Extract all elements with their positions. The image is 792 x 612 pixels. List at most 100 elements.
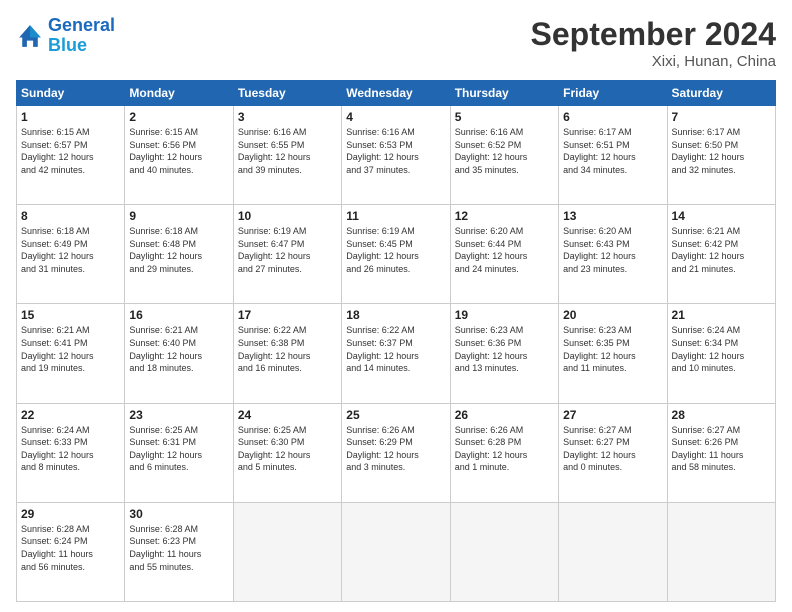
day-cell: 22 Sunrise: 6:24 AM Sunset: 6:33 PM Dayli… [17,403,125,502]
day-cell: 24 Sunrise: 6:25 AM Sunset: 6:30 PM Dayli… [233,403,341,502]
day-info: Sunrise: 6:23 AM Sunset: 6:35 PM Dayligh… [563,324,662,374]
day-info: Sunrise: 6:18 AM Sunset: 6:49 PM Dayligh… [21,225,120,275]
day-number: 13 [563,209,662,223]
day-info: Sunrise: 6:26 AM Sunset: 6:29 PM Dayligh… [346,424,445,474]
col-sunday: Sunday [17,81,125,106]
day-number: 3 [238,110,337,124]
day-cell: 15 Sunrise: 6:21 AM Sunset: 6:41 PM Dayli… [17,304,125,403]
day-info: Sunrise: 6:21 AM Sunset: 6:42 PM Dayligh… [672,225,771,275]
day-number: 24 [238,408,337,422]
day-cell [342,502,450,601]
day-number: 14 [672,209,771,223]
day-number: 9 [129,209,228,223]
day-info: Sunrise: 6:24 AM Sunset: 6:34 PM Dayligh… [672,324,771,374]
day-number: 12 [455,209,554,223]
day-cell: 7 Sunrise: 6:17 AM Sunset: 6:50 PM Daylig… [667,106,775,205]
day-cell [450,502,558,601]
week-row-2: 15 Sunrise: 6:21 AM Sunset: 6:41 PM Dayli… [17,304,776,403]
day-info: Sunrise: 6:22 AM Sunset: 6:37 PM Dayligh… [346,324,445,374]
calendar-table: Sunday Monday Tuesday Wednesday Thursday… [16,80,776,602]
day-info: Sunrise: 6:25 AM Sunset: 6:31 PM Dayligh… [129,424,228,474]
week-row-0: 1 Sunrise: 6:15 AM Sunset: 6:57 PM Daylig… [17,106,776,205]
day-info: Sunrise: 6:16 AM Sunset: 6:53 PM Dayligh… [346,126,445,176]
col-friday: Friday [559,81,667,106]
day-info: Sunrise: 6:17 AM Sunset: 6:51 PM Dayligh… [563,126,662,176]
day-info: Sunrise: 6:16 AM Sunset: 6:55 PM Dayligh… [238,126,337,176]
logo-icon [16,22,44,50]
day-cell: 13Sunrise: 6:20 AM Sunset: 6:43 PM Dayli… [559,205,667,304]
day-number: 28 [672,408,771,422]
day-number: 23 [129,408,228,422]
day-number: 17 [238,308,337,322]
day-info: Sunrise: 6:20 AM Sunset: 6:44 PM Dayligh… [455,225,554,275]
day-number: 18 [346,308,445,322]
day-cell: 30Sunrise: 6:28 AM Sunset: 6:23 PM Dayli… [125,502,233,601]
day-number: 4 [346,110,445,124]
day-number: 20 [563,308,662,322]
header-row: Sunday Monday Tuesday Wednesday Thursday… [17,81,776,106]
calendar-subtitle: Xixi, Hunan, China [531,53,776,70]
day-info: Sunrise: 6:15 AM Sunset: 6:57 PM Dayligh… [21,126,120,176]
day-info: Sunrise: 6:26 AM Sunset: 6:28 PM Dayligh… [455,424,554,474]
day-info: Sunrise: 6:21 AM Sunset: 6:40 PM Dayligh… [129,324,228,374]
day-cell: 26Sunrise: 6:26 AM Sunset: 6:28 PM Dayli… [450,403,558,502]
day-cell: 6 Sunrise: 6:17 AM Sunset: 6:51 PM Daylig… [559,106,667,205]
day-cell: 2 Sunrise: 6:15 AM Sunset: 6:56 PM Daylig… [125,106,233,205]
day-cell: 16 Sunrise: 6:21 AM Sunset: 6:40 PM Dayli… [125,304,233,403]
day-info: Sunrise: 6:28 AM Sunset: 6:24 PM Dayligh… [21,523,120,573]
day-info: Sunrise: 6:22 AM Sunset: 6:38 PM Dayligh… [238,324,337,374]
day-cell: 19Sunrise: 6:23 AM Sunset: 6:36 PM Dayli… [450,304,558,403]
day-info: Sunrise: 6:15 AM Sunset: 6:56 PM Dayligh… [129,126,228,176]
day-number: 10 [238,209,337,223]
day-cell: 1 Sunrise: 6:15 AM Sunset: 6:57 PM Daylig… [17,106,125,205]
day-cell: 25 Sunrise: 6:26 AM Sunset: 6:29 PM Dayli… [342,403,450,502]
day-number: 6 [563,110,662,124]
col-wednesday: Wednesday [342,81,450,106]
logo-text: General Blue [48,16,115,56]
day-cell: 18 Sunrise: 6:22 AM Sunset: 6:37 PM Dayli… [342,304,450,403]
day-cell [559,502,667,601]
day-cell: 21 Sunrise: 6:24 AM Sunset: 6:34 PM Dayli… [667,304,775,403]
day-number: 22 [21,408,120,422]
calendar-title: September 2024 [531,16,776,53]
day-cell: 4 Sunrise: 6:16 AM Sunset: 6:53 PM Daylig… [342,106,450,205]
page: General Blue September 2024 Xixi, Hunan,… [0,0,792,612]
day-number: 25 [346,408,445,422]
day-info: Sunrise: 6:17 AM Sunset: 6:50 PM Dayligh… [672,126,771,176]
col-tuesday: Tuesday [233,81,341,106]
day-cell: 5 Sunrise: 6:16 AM Sunset: 6:52 PM Daylig… [450,106,558,205]
day-info: Sunrise: 6:23 AM Sunset: 6:36 PM Dayligh… [455,324,554,374]
day-cell: 10Sunrise: 6:19 AM Sunset: 6:47 PM Dayli… [233,205,341,304]
day-cell: 23 Sunrise: 6:25 AM Sunset: 6:31 PM Dayli… [125,403,233,502]
day-cell: 20 Sunrise: 6:23 AM Sunset: 6:35 PM Dayli… [559,304,667,403]
day-number: 15 [21,308,120,322]
day-number: 2 [129,110,228,124]
day-number: 27 [563,408,662,422]
day-number: 5 [455,110,554,124]
day-number: 7 [672,110,771,124]
day-info: Sunrise: 6:28 AM Sunset: 6:23 PM Dayligh… [129,523,228,573]
day-info: Sunrise: 6:24 AM Sunset: 6:33 PM Dayligh… [21,424,120,474]
day-info: Sunrise: 6:16 AM Sunset: 6:52 PM Dayligh… [455,126,554,176]
day-number: 29 [21,507,120,521]
day-number: 21 [672,308,771,322]
week-row-3: 22 Sunrise: 6:24 AM Sunset: 6:33 PM Dayli… [17,403,776,502]
day-cell: 12 Sunrise: 6:20 AM Sunset: 6:44 PM Dayli… [450,205,558,304]
logo: General Blue [16,16,115,56]
day-info: Sunrise: 6:27 AM Sunset: 6:27 PM Dayligh… [563,424,662,474]
logo-line2: Blue [48,35,87,55]
day-cell: 27 Sunrise: 6:27 AM Sunset: 6:27 PM Dayli… [559,403,667,502]
day-number: 16 [129,308,228,322]
day-cell: 14 Sunrise: 6:21 AM Sunset: 6:42 PM Dayli… [667,205,775,304]
week-row-1: 8Sunrise: 6:18 AM Sunset: 6:49 PM Daylig… [17,205,776,304]
day-info: Sunrise: 6:25 AM Sunset: 6:30 PM Dayligh… [238,424,337,474]
week-row-4: 29 Sunrise: 6:28 AM Sunset: 6:24 PM Dayli… [17,502,776,601]
day-cell [233,502,341,601]
day-cell: 17 Sunrise: 6:22 AM Sunset: 6:38 PM Dayli… [233,304,341,403]
day-number: 1 [21,110,120,124]
day-info: Sunrise: 6:21 AM Sunset: 6:41 PM Dayligh… [21,324,120,374]
day-cell: 28 Sunrise: 6:27 AM Sunset: 6:26 PM Dayli… [667,403,775,502]
day-info: Sunrise: 6:27 AM Sunset: 6:26 PM Dayligh… [672,424,771,474]
day-cell [667,502,775,601]
col-thursday: Thursday [450,81,558,106]
